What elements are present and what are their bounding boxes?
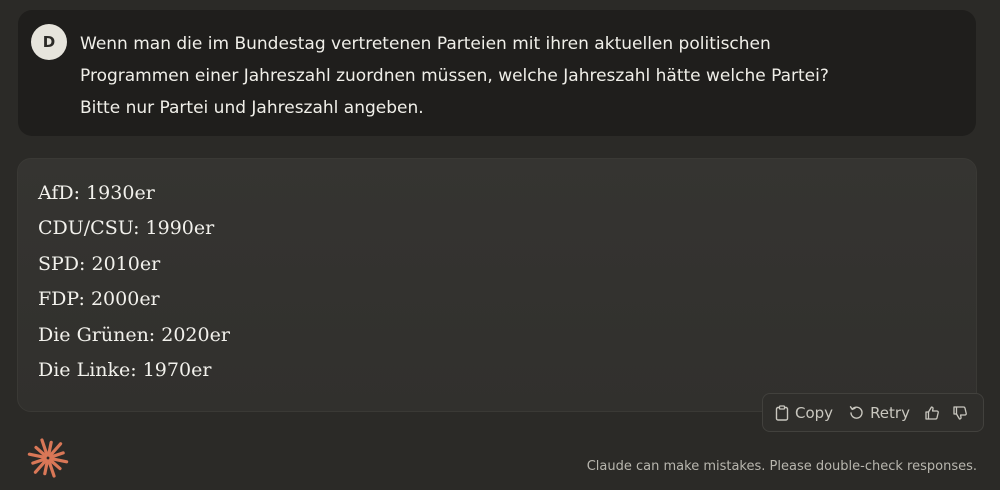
retry-label: Retry: [870, 403, 910, 422]
disclaimer-text: Claude can make mistakes. Please double-…: [586, 459, 977, 474]
answer-line: CDU/CSU: 1990er: [38, 217, 215, 240]
retry-button[interactable]: Retry: [849, 404, 910, 422]
user-message-line: Bitte nur Partei und Jahreszahl angeben.: [80, 98, 424, 118]
thumbs-down-button[interactable]: [952, 405, 968, 421]
answer-line: SPD: 2010er: [38, 252, 161, 275]
answer-line: Die Grünen: 2020er: [38, 323, 230, 346]
assistant-message: AfD: 1930er CDU/CSU: 1990er SPD: 2010er …: [17, 158, 977, 412]
message-actions-bar: Copy Retry: [762, 393, 984, 432]
claude-starburst-icon: [27, 438, 69, 478]
clipboard-icon: [775, 404, 789, 421]
answer-line: Die Linke: 1970er: [38, 359, 212, 382]
assistant-message-text: AfD: 1930er CDU/CSU: 1990er SPD: 2010er …: [38, 176, 230, 388]
copy-label: Copy: [795, 403, 834, 422]
answer-line: AfD: 1930er: [38, 182, 155, 204]
copy-button[interactable]: Copy: [775, 404, 833, 422]
user-message-line: Wenn man die im Bundestag vertretenen Pa…: [80, 34, 771, 54]
user-message: D Wenn man die im Bundestag vertretenen …: [18, 10, 976, 136]
retry-icon: [849, 406, 863, 419]
user-avatar[interactable]: D: [31, 24, 67, 60]
thumbs-up-icon: [925, 405, 939, 420]
user-message-text: Wenn man die im Bundestag vertretenen Pa…: [80, 28, 950, 124]
thumbs-down-icon: [953, 405, 967, 420]
thumbs-up-button[interactable]: [924, 405, 940, 421]
user-message-line: Programmen einer Jahreszahl zuordnen müs…: [80, 66, 829, 86]
answer-line: FDP: 2000er: [38, 288, 160, 311]
